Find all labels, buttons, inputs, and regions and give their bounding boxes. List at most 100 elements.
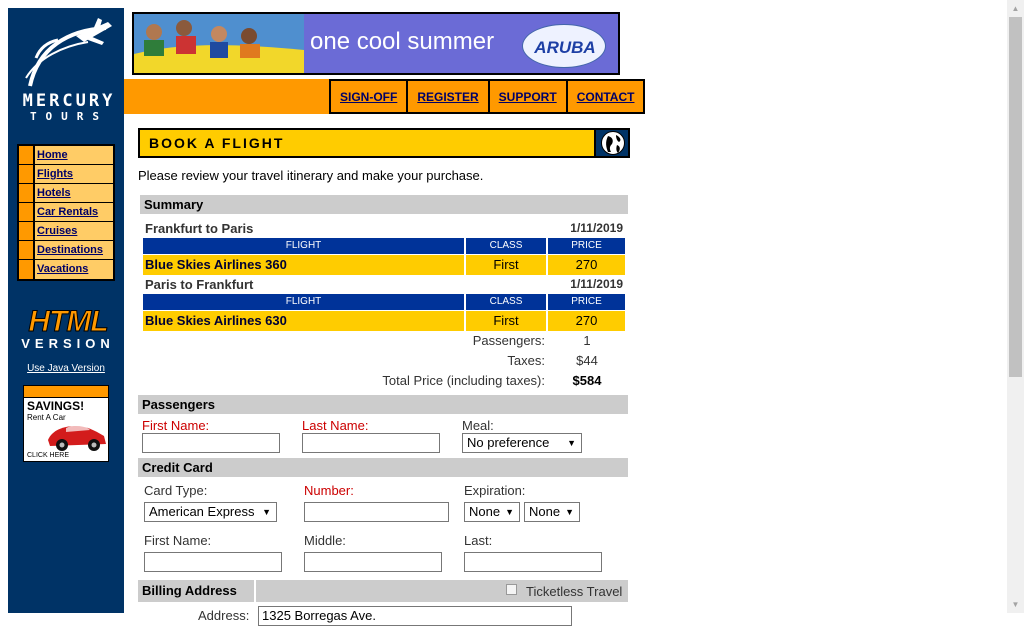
taxes-label: Taxes: (507, 353, 545, 368)
col-price: PRICE (548, 294, 625, 310)
flight-name: Blue Skies Airlines 630 (143, 311, 464, 331)
ad-cta: CLICK HERE (27, 452, 70, 459)
scrollbar-thumb[interactable] (1009, 17, 1022, 377)
passenger-first-name-input[interactable] (142, 433, 280, 453)
card-first-name-input[interactable] (144, 552, 282, 572)
passengers-count-label: Passengers: (472, 333, 545, 348)
sign-off-link[interactable]: SIGN-OFF (331, 81, 407, 112)
col-class: CLASS (466, 238, 546, 254)
scroll-up-icon[interactable]: ▲ (1007, 0, 1024, 17)
flight-name: Blue Skies Airlines 360 (143, 255, 464, 275)
flight-table-header: FLIGHT CLASS PRICE (143, 238, 625, 254)
card-number-label: Number: (304, 483, 354, 498)
address-label: Address: (198, 608, 250, 623)
car-icon (48, 425, 106, 451)
sidebar-link-car-rentals[interactable]: Car Rentals (35, 203, 113, 221)
passenger-last-name-input[interactable] (302, 433, 440, 453)
col-flight: FLIGHT (143, 294, 464, 310)
sidebar-item-destinations: Destinations (19, 241, 113, 260)
sidebar: MERCURY TOURS Home Flights Hotels Car Re… (8, 8, 124, 613)
use-java-version-link[interactable]: Use Java Version (16, 363, 116, 374)
contact-link[interactable]: CONTACT (567, 81, 644, 112)
card-type-label: Card Type: (144, 483, 208, 498)
expiration-month-value: None (469, 504, 501, 519)
nav-bullet-icon (19, 222, 35, 240)
taxes-value: $44 (576, 353, 598, 368)
expiration-month-select[interactable]: None ▼ (464, 502, 520, 522)
mercury-tours-logo[interactable]: MERCURY TOURS (8, 8, 124, 133)
leg-route: Frankfurt to Paris (145, 221, 254, 236)
sidebar-link-destinations[interactable]: Destinations (35, 241, 113, 259)
html-version-badge: HTML VERSION (18, 305, 118, 351)
sidebar-link-vacations[interactable]: Vacations (35, 260, 113, 279)
expiration-label: Expiration: (464, 483, 526, 498)
credit-card-header: Credit Card (138, 458, 628, 477)
ad-top-bar (24, 386, 108, 398)
sidebar-item-vacations: Vacations (19, 260, 113, 279)
sidebar-link-flights[interactable]: Flights (35, 165, 113, 183)
support-link[interactable]: SUPPORT (489, 81, 566, 112)
sidebar-item-hotels: Hotels (19, 184, 113, 203)
sidebar-link-cruises[interactable]: Cruises (35, 222, 113, 240)
page-title: BOOK A FLIGHT (149, 135, 285, 151)
sidebar-item-car-rentals: Car Rentals (19, 203, 113, 222)
sidebar-item-flights: Flights (19, 165, 113, 184)
globe-icon (601, 131, 625, 155)
brand-subname: TOURS (29, 110, 109, 123)
banner-slogan: one cool summer (310, 28, 495, 55)
brand-name: MERCURY (22, 91, 116, 111)
sidebar-link-hotels[interactable]: Hotels (35, 184, 113, 202)
expiration-year-select[interactable]: None ▼ (524, 502, 580, 522)
aruba-logo: ARUBA (522, 24, 606, 68)
vertical-scrollbar[interactable]: ▲ ▼ (1007, 0, 1024, 613)
ticketless-row: Ticketless Travel (256, 580, 628, 602)
card-middle-name-input[interactable] (304, 552, 442, 572)
html-version-subtitle: VERSION (21, 336, 115, 351)
nav-bullet-icon (19, 184, 35, 202)
card-type-select[interactable]: American Express ▼ (144, 502, 277, 522)
total-price-label: Total Price (including taxes): (382, 373, 545, 388)
col-flight: FLIGHT (143, 238, 464, 254)
ad-headline: SAVINGS! (27, 399, 85, 413)
chevron-down-icon: ▼ (567, 438, 576, 448)
col-price: PRICE (548, 238, 625, 254)
sidebar-link-home[interactable]: Home (35, 146, 113, 164)
card-middle-name-label: Middle: (304, 533, 346, 548)
rent-a-car-ad[interactable]: SAVINGS! Rent A Car CLICK HERE (23, 385, 109, 462)
aruba-logo-text: ARUBA (534, 38, 596, 57)
sidebar-item-home: Home (19, 146, 113, 165)
nav-bullet-icon (19, 165, 35, 183)
page-header: BOOK A FLIGHT (138, 128, 630, 158)
sidebar-nav: Home Flights Hotels Car Rentals Cruises … (17, 144, 115, 281)
flight-class: First (466, 255, 546, 275)
flight-row: Blue Skies Airlines 360 First 270 (143, 255, 625, 275)
expiration-year-value: None (529, 504, 561, 519)
airplane-logo-icon (25, 18, 112, 87)
top-nav: SIGN-OFF REGISTER SUPPORT CONTACT (329, 79, 646, 114)
meal-select[interactable]: No preference ▼ (462, 433, 582, 453)
leg-date: 1/11/2019 (570, 221, 623, 235)
card-type-value: American Express (149, 504, 255, 519)
meal-label: Meal: (462, 418, 494, 433)
promo-banner[interactable]: one cool summer ARUBA (132, 12, 620, 75)
card-number-input[interactable] (304, 502, 449, 522)
first-name-label: First Name: (142, 418, 210, 433)
banner-photo (134, 14, 304, 73)
flight-table-header: FLIGHT CLASS PRICE (143, 294, 625, 310)
summary-header: Summary (140, 195, 628, 214)
globe-badge (594, 130, 628, 156)
nav-bullet-icon (19, 260, 35, 279)
flight-class: First (466, 311, 546, 331)
register-link[interactable]: REGISTER (408, 81, 488, 112)
nav-bullet-icon (19, 203, 35, 221)
billing-address-header: Billing Address (138, 580, 254, 602)
ticketless-label: Ticketless Travel (526, 584, 623, 599)
scroll-down-icon[interactable]: ▼ (1007, 596, 1024, 613)
card-first-name-label: First Name: (144, 533, 212, 548)
card-last-name-label: Last: (464, 533, 493, 548)
nav-bullet-icon (19, 241, 35, 259)
card-last-name-input[interactable] (464, 552, 602, 572)
chevron-down-icon: ▼ (565, 507, 574, 517)
ticketless-checkbox[interactable] (506, 584, 517, 595)
address-input[interactable]: 1325 Borregas Ave. (258, 606, 572, 626)
